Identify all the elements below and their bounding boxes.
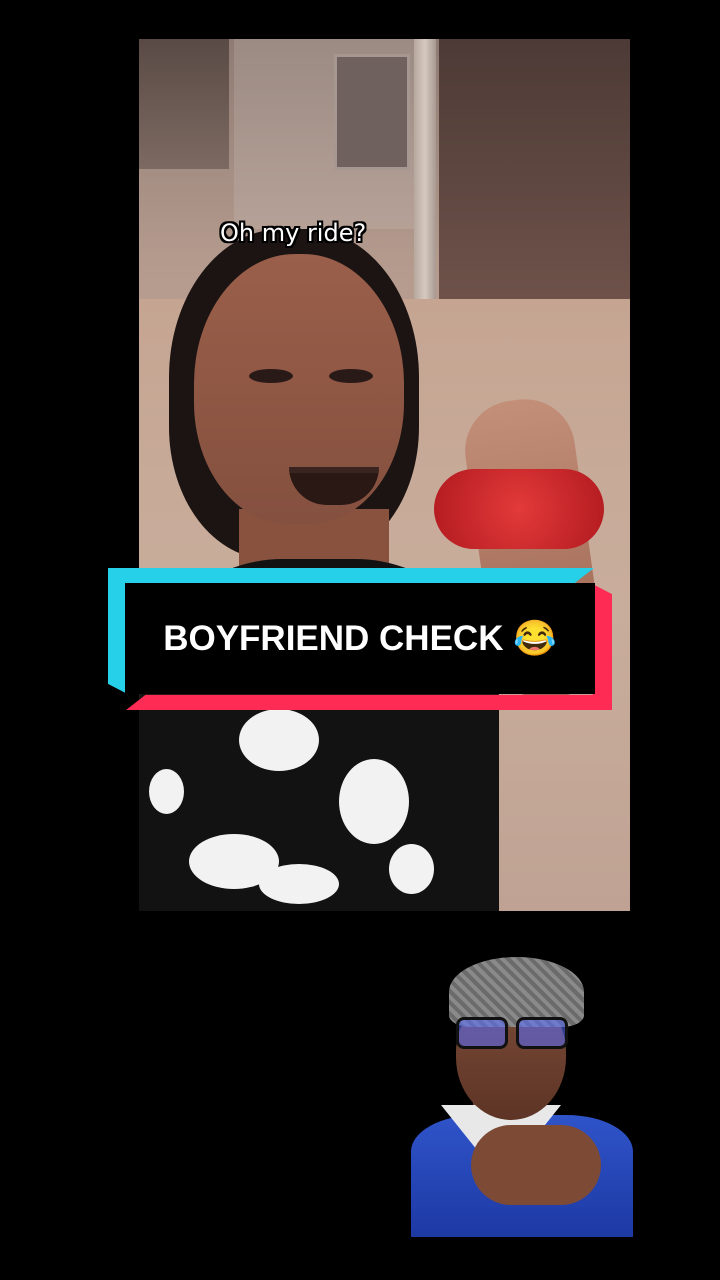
banner-box: BOYFRIEND CHECK 😂 (125, 583, 595, 694)
person-eye (249, 369, 293, 383)
dress-dot (149, 769, 184, 814)
reactor-hand (471, 1125, 601, 1205)
reactor-glasses (456, 1017, 571, 1049)
main-video[interactable]: Oh my ride? (139, 39, 630, 911)
video-caption: Oh my ride? (220, 219, 367, 247)
reaction-video[interactable] (411, 955, 633, 1237)
red-scrunchie (434, 469, 604, 549)
background-wall-right (439, 39, 630, 299)
person-eye (329, 369, 373, 383)
background-door (334, 54, 410, 170)
title-banner: BOYFRIEND CHECK 😂 (108, 568, 612, 710)
dress-dot (259, 864, 339, 904)
dress-dot (339, 759, 409, 844)
background-wall (139, 39, 229, 169)
background-post (414, 39, 436, 339)
dress-dot (239, 709, 319, 771)
glasses-lens (456, 1017, 508, 1049)
banner-title: BOYFRIEND CHECK 😂 (163, 619, 557, 658)
dress-dot (389, 844, 434, 894)
glasses-lens (516, 1017, 568, 1049)
